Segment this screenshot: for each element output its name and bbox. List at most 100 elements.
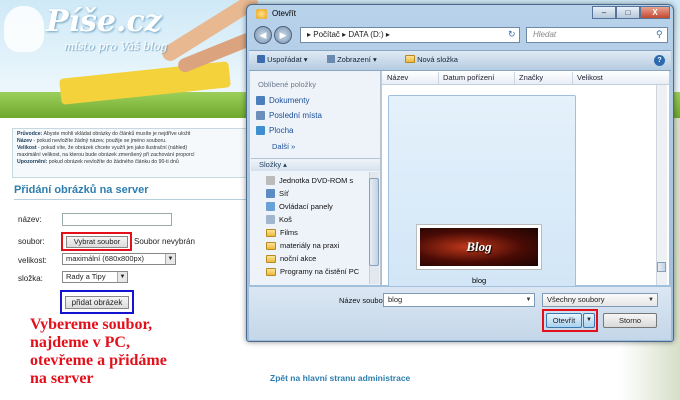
folder-icon bbox=[266, 254, 276, 263]
file-thumbnail[interactable]: Blog bbox=[416, 224, 542, 270]
more-link[interactable]: Další » bbox=[272, 142, 295, 151]
velikost-label: velikost: bbox=[18, 256, 47, 265]
column-name[interactable]: Název bbox=[387, 73, 408, 82]
favorite-label: Poslední místa bbox=[269, 111, 322, 120]
back-to-admin-link[interactable]: Zpět na hlavní stranu administrace bbox=[270, 373, 410, 383]
cancel-button[interactable]: Storno bbox=[603, 313, 657, 328]
column-separator[interactable] bbox=[572, 72, 573, 84]
column-tags[interactable]: Značky bbox=[519, 73, 543, 82]
organize-icon bbox=[257, 55, 265, 63]
annotation-line: Vybereme soubor, bbox=[30, 316, 153, 333]
tree-scrollbar-thumb[interactable] bbox=[369, 178, 379, 266]
dialog-title: Otevřít bbox=[272, 9, 297, 18]
navigation-bar: ◀ ▶ ▸ Počítač ▸ DATA (D:) ▸ ↻ Hledat ⚲ bbox=[250, 26, 670, 46]
velikost-select[interactable]: maximální (680x800px) ▼ bbox=[62, 253, 176, 265]
tree-item-folder[interactable]: Films bbox=[266, 228, 298, 237]
desktop-icon bbox=[256, 126, 265, 135]
site-tagline: místo pro Váš blog bbox=[64, 40, 168, 53]
soubor-label: soubor: bbox=[18, 237, 45, 246]
favorite-label: Dokumenty bbox=[269, 96, 310, 105]
folders-header[interactable]: Složky ▴ bbox=[251, 158, 380, 171]
column-separator[interactable] bbox=[438, 72, 439, 84]
tree-item-network[interactable]: Síť bbox=[266, 189, 289, 198]
file-list-scrollbar[interactable] bbox=[656, 85, 667, 285]
folder-icon bbox=[266, 228, 276, 237]
favorite-label: Plocha bbox=[269, 126, 294, 135]
column-headers: Název Datum pořízení Značky Velikost bbox=[382, 71, 669, 85]
info-line-label: Název bbox=[17, 138, 32, 144]
info-line-label: Průvodce: bbox=[17, 131, 43, 137]
forward-button[interactable]: ▶ bbox=[274, 26, 292, 44]
tree-item-folder[interactable]: materiály na praxi bbox=[266, 241, 339, 250]
nazev-input[interactable] bbox=[62, 213, 172, 226]
tree-item-control-panel[interactable]: Ovládací panely bbox=[266, 202, 333, 211]
favorite-desktop[interactable]: Plocha bbox=[256, 126, 293, 135]
organize-menu[interactable]: Uspořádat ▾ bbox=[257, 55, 308, 64]
dvd-drive-icon bbox=[266, 176, 275, 185]
site-logo[interactable]: Píše.cz bbox=[46, 4, 162, 39]
info-line: Upozornění: pokud obrázek nevložíte do ž… bbox=[17, 159, 179, 165]
address-bar[interactable]: ▸ Počítač ▸ DATA (D:) ▸ bbox=[300, 27, 520, 43]
file-name-label: blog bbox=[472, 276, 487, 285]
section-divider bbox=[14, 199, 246, 200]
chevron-down-icon[interactable]: ▼ bbox=[646, 294, 656, 306]
window-controls: – □ X bbox=[592, 6, 670, 20]
new-folder-icon bbox=[405, 55, 415, 63]
slozka-select[interactable]: Rady a Tipy ▼ bbox=[62, 271, 128, 283]
favorite-documents[interactable]: Dokumenty bbox=[256, 96, 309, 105]
search-input[interactable]: Hledat bbox=[526, 27, 668, 43]
minimize-button[interactable]: – bbox=[592, 6, 616, 19]
views-menu[interactable]: Zobrazení ▾ bbox=[327, 55, 377, 64]
info-line-label: Upozornění: bbox=[17, 159, 48, 165]
open-options-dropdown[interactable]: ▼ bbox=[583, 313, 595, 328]
folder-icon bbox=[266, 267, 276, 276]
velikost-value: maximální (680x800px) bbox=[66, 254, 144, 263]
file-list-scrollbar-thumb[interactable] bbox=[657, 262, 666, 272]
hand-logo-icon bbox=[4, 6, 44, 52]
annotation-text: Vybereme soubor, najdeme v PC, otevřeme a … bbox=[30, 316, 230, 388]
maximize-button[interactable]: □ bbox=[616, 6, 640, 19]
annotation-line: najdeme v PC, bbox=[30, 334, 130, 351]
info-line: Název - pokud nevložíte žádný název, pou… bbox=[17, 138, 167, 144]
tree-item-folder[interactable]: Programy na čistění PC bbox=[266, 267, 359, 276]
slozka-label: složka: bbox=[18, 274, 43, 283]
refresh-icon[interactable]: ↻ bbox=[508, 29, 518, 39]
guide-info-box: Průvodce: Abyste mohli vkládat obrázky d… bbox=[12, 128, 252, 178]
organize-label: Uspořádat bbox=[267, 55, 302, 64]
tree-item-dvd[interactable]: Jednotka DVD-ROM s bbox=[266, 176, 353, 185]
pick-file-button[interactable]: Vybrat soubor bbox=[66, 236, 128, 248]
tree-item-recycle-bin[interactable]: Koš bbox=[266, 215, 292, 224]
search-icon: ⚲ bbox=[656, 29, 663, 39]
dialog-toolbar: Uspořádat ▾ Zobrazení ▾ Nová složka ? bbox=[249, 50, 671, 71]
favorite-recent-places[interactable]: Poslední místa bbox=[256, 111, 322, 120]
folder-icon bbox=[266, 241, 276, 250]
tree-item-folder[interactable]: noční akce bbox=[266, 254, 316, 263]
column-size[interactable]: Velikost bbox=[577, 73, 603, 82]
chevron-down-icon: ▼ bbox=[165, 254, 175, 264]
info-line-label: Velikost bbox=[17, 145, 37, 151]
back-button[interactable]: ◀ bbox=[254, 26, 272, 44]
recycle-bin-icon bbox=[266, 215, 275, 224]
chevron-down-icon: ▼ bbox=[117, 272, 127, 282]
filename-input[interactable]: blog bbox=[383, 293, 535, 307]
control-panel-icon bbox=[266, 202, 275, 211]
thumbnail-image: Blog bbox=[420, 228, 538, 266]
new-folder-label: Nová složka bbox=[417, 55, 458, 64]
new-folder-button[interactable]: Nová složka bbox=[405, 55, 458, 64]
section-title: Přidání obrázků na server bbox=[14, 184, 149, 196]
help-icon[interactable]: ? bbox=[654, 55, 665, 66]
close-button[interactable]: X bbox=[640, 6, 670, 19]
add-image-button[interactable]: přidat obrázek bbox=[65, 296, 129, 309]
favorites-header: Oblíbené položky bbox=[258, 80, 316, 89]
views-icon bbox=[327, 55, 335, 63]
open-button[interactable]: Otevřít bbox=[546, 313, 582, 328]
filetype-select[interactable]: Všechny soubory bbox=[542, 293, 658, 307]
column-separator[interactable] bbox=[514, 72, 515, 84]
views-label: Zobrazení bbox=[337, 55, 371, 64]
slozka-value: Rady a Tipy bbox=[66, 272, 106, 281]
column-date[interactable]: Datum pořízení bbox=[443, 73, 494, 82]
no-file-text: Soubor nevybrán bbox=[134, 237, 195, 246]
documents-icon bbox=[256, 96, 265, 105]
info-line: Průvodce: Abyste mohli vkládat obrázky d… bbox=[17, 131, 191, 137]
chevron-down-icon[interactable]: ▼ bbox=[523, 294, 534, 306]
